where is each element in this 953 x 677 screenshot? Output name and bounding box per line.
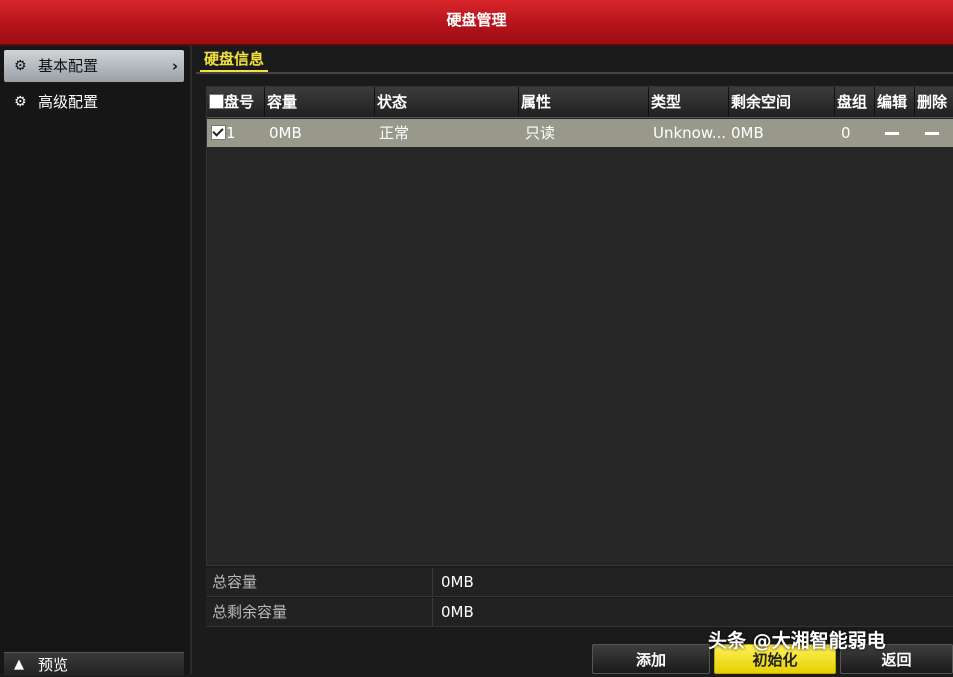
sidebar-item-label: 高级配置 [38, 93, 99, 111]
header-delete[interactable]: 删除 [915, 87, 953, 117]
row-disk-no: 1 [211, 119, 265, 147]
gear-icon: ⚙ [14, 94, 27, 110]
header-attribute[interactable]: 属性 [519, 87, 649, 117]
disk-table: 盘号 容量 状态 属性 类型 剩余空间 盘组 编辑 删除 1 0MB 正常 只读… [206, 86, 953, 566]
table-row[interactable]: 1 0MB 正常 只读 Unknow... 0MB 0 [207, 119, 953, 147]
header-status[interactable]: 状态 [375, 87, 519, 117]
summary-total-free: 总剩余容量 0MB [206, 598, 953, 627]
row-status: 正常 [379, 124, 410, 142]
preview-label: 预览 [38, 656, 69, 674]
row-capacity: 0MB [269, 124, 302, 142]
row-group: 0 [841, 124, 851, 142]
total-free-value: 0MB [432, 598, 953, 626]
header-capacity[interactable]: 容量 [265, 87, 375, 117]
add-button[interactable]: 添加 [592, 644, 710, 674]
row-free-space: 0MB [731, 124, 764, 142]
header-type[interactable]: 类型 [649, 87, 729, 117]
chevron-right-icon: › [171, 57, 178, 75]
summary-total-capacity: 总容量 0MB [206, 568, 953, 597]
tab-disk-info[interactable]: 硬盘信息 [200, 48, 269, 72]
sidebar: ⚙ 基本配置 › ⚙ 高级配置 ▲ 预览 [0, 46, 192, 676]
row-type: Unknow... [653, 124, 727, 142]
sidebar-item-label: 基本配置 [38, 57, 99, 75]
gear-icon: ⚙ [14, 58, 27, 74]
row-attribute: 只读 [525, 124, 556, 142]
table-header: 盘号 容量 状态 属性 类型 剩余空间 盘组 编辑 删除 [207, 87, 953, 118]
header-free-space[interactable]: 剩余空间 [729, 87, 835, 117]
row-checkbox[interactable] [211, 124, 226, 140]
watermark: 头条 @大湘智能弱电 [708, 630, 886, 652]
summary: 总容量 0MB 总剩余容量 0MB [206, 568, 953, 628]
header-disk-no[interactable]: 盘号 [207, 87, 265, 117]
sidebar-item-advanced-config[interactable]: ⚙ 高级配置 [4, 86, 184, 118]
total-capacity-label: 总容量 [212, 573, 258, 591]
header-edit[interactable]: 编辑 [875, 87, 915, 117]
total-capacity-value: 0MB [432, 568, 953, 596]
main-content: 硬盘信息 盘号 容量 状态 属性 类型 剩余空间 盘组 编辑 删除 1 0MB … [196, 46, 953, 674]
sidebar-item-basic-config[interactable]: ⚙ 基本配置 › [4, 50, 184, 82]
edit-icon[interactable] [885, 119, 915, 147]
delete-icon[interactable] [925, 119, 953, 147]
tab-bar: 硬盘信息 [196, 46, 953, 74]
header-group[interactable]: 盘组 [835, 87, 875, 117]
preview-button[interactable]: ▲ 预览 [4, 652, 184, 676]
total-free-label: 总剩余容量 [212, 603, 288, 621]
select-all-checkbox[interactable] [209, 93, 224, 109]
home-icon: ▲ [14, 657, 24, 672]
window-title: 硬盘管理 [0, 0, 953, 46]
